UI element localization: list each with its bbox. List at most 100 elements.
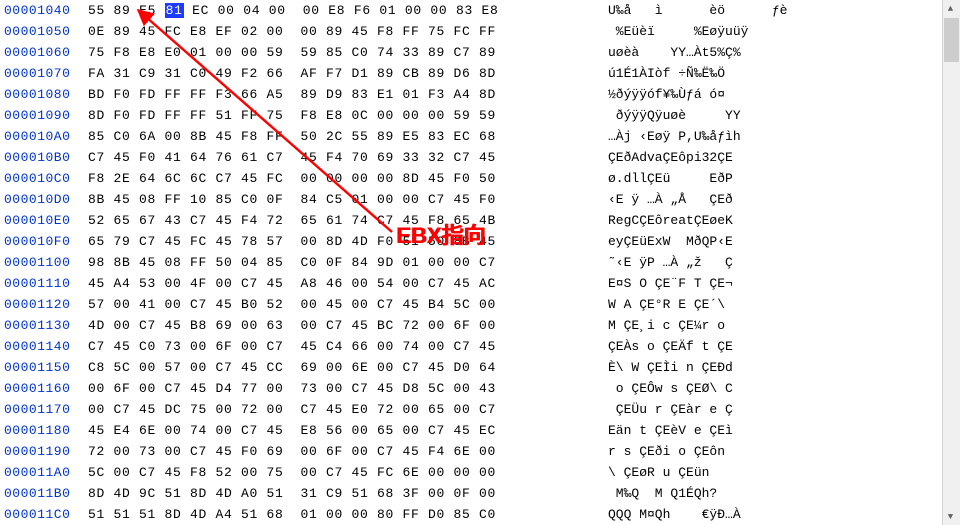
hex-row[interactable]: 000010B0C7 45 F0 41 64 76 61 C7 45 F4 70… <box>0 147 960 168</box>
ascii-cell: \ ÇEøR u ÇEün <box>608 462 868 483</box>
hex-row[interactable]: 0000118045 E4 6E 00 74 00 C7 45 E8 56 00… <box>0 420 960 441</box>
address-cell: 00001060 <box>0 42 88 63</box>
address-cell: 00001120 <box>0 294 88 315</box>
hex-row[interactable]: 00001070FA 31 C9 31 C0 49 F2 66 AF F7 D1… <box>0 63 960 84</box>
ascii-cell: Eän t ÇEèV e ÇEì <box>608 420 868 441</box>
address-cell: 000010D0 <box>0 189 88 210</box>
bytes-cell: BD F0 FD FF FF F3 66 A5 89 D9 83 E1 01 F… <box>88 84 608 105</box>
hex-row[interactable]: 0000106075 F8 E8 E0 01 00 00 59 59 85 C0… <box>0 42 960 63</box>
hex-row[interactable]: 000010C0F8 2E 64 6C 6C C7 45 FC 00 00 00… <box>0 168 960 189</box>
bytes-cell: 8D 4D 9C 51 8D 4D A0 51 31 C9 51 68 3F 0… <box>88 483 608 504</box>
ascii-cell: W A ÇE°R E ÇE´\ <box>608 294 868 315</box>
address-cell: 00001140 <box>0 336 88 357</box>
ascii-cell: ðýÿÿQÿuøè YY <box>608 105 868 126</box>
hex-rows: 0000104055 89 E5 81 EC 00 04 00 00 E8 F6… <box>0 0 960 525</box>
ascii-cell: r s ÇEði o ÇEôn <box>608 441 868 462</box>
ascii-cell: ø.dllÇEü EðP <box>608 168 868 189</box>
bytes-cell: 85 C0 6A 00 8B 45 F8 FF 50 2C 55 89 E5 8… <box>88 126 608 147</box>
hex-row[interactable]: 000010E052 65 67 43 C7 45 F4 72 65 61 74… <box>0 210 960 231</box>
ascii-cell: ÇEÜu r ÇEàr e Ç <box>608 399 868 420</box>
address-cell: 000010C0 <box>0 168 88 189</box>
address-cell: 00001170 <box>0 399 88 420</box>
bytes-cell: 5C 00 C7 45 F8 52 00 75 00 C7 45 FC 6E 0… <box>88 462 608 483</box>
hex-row[interactable]: 0000117000 C7 45 DC 75 00 72 00 C7 45 E0… <box>0 399 960 420</box>
bytes-cell: 45 E4 6E 00 74 00 C7 45 E8 56 00 65 00 C… <box>88 420 608 441</box>
hex-viewer[interactable]: 0000104055 89 E5 81 EC 00 04 00 00 E8 F6… <box>0 0 960 525</box>
address-cell: 00001050 <box>0 21 88 42</box>
bytes-cell: 55 89 E5 81 EC 00 04 00 00 E8 F6 01 00 0… <box>88 0 608 21</box>
ascii-cell: …Àj ‹Eøÿ P,U‰åƒìh <box>608 126 868 147</box>
scroll-thumb[interactable] <box>944 18 959 62</box>
address-cell: 00001130 <box>0 315 88 336</box>
hex-row[interactable]: 0000110098 8B 45 08 FF 50 04 85 C0 0F 84… <box>0 252 960 273</box>
ascii-cell: M ÇE¸i c ÇE¼r o <box>608 315 868 336</box>
hex-row[interactable]: 00001140C7 45 C0 73 00 6F 00 C7 45 C4 66… <box>0 336 960 357</box>
scroll-up-button[interactable]: ▲ <box>943 0 958 17</box>
bytes-cell: 65 79 C7 45 FC 45 78 57 00 8D 4D F0 51 5… <box>88 231 608 252</box>
ascii-cell: RegCÇEôreatÇEøeK <box>608 210 868 231</box>
address-cell: 00001180 <box>0 420 88 441</box>
address-cell: 00001100 <box>0 252 88 273</box>
address-cell: 00001110 <box>0 273 88 294</box>
hex-row[interactable]: 000010500E 89 45 FC E8 EF 02 00 00 89 45… <box>0 21 960 42</box>
hex-row[interactable]: 0000119072 00 73 00 C7 45 F0 69 00 6F 00… <box>0 441 960 462</box>
bytes-cell: 8B 45 08 FF 10 85 C0 0F 84 C5 01 00 00 C… <box>88 189 608 210</box>
address-cell: 00001070 <box>0 63 88 84</box>
ascii-cell: QQQ M¤Qh €ÿÐ…À <box>608 504 868 525</box>
address-cell: 000010E0 <box>0 210 88 231</box>
address-cell: 00001160 <box>0 378 88 399</box>
hex-row[interactable]: 000011B08D 4D 9C 51 8D 4D A0 51 31 C9 51… <box>0 483 960 504</box>
bytes-cell: 00 6F 00 C7 45 D4 77 00 73 00 C7 45 D8 5… <box>88 378 608 399</box>
selected-byte: 81 <box>165 3 184 18</box>
bytes-cell: 00 C7 45 DC 75 00 72 00 C7 45 E0 72 00 6… <box>88 399 608 420</box>
ascii-cell: U‰å ì èö ƒè <box>608 0 868 21</box>
hex-row[interactable]: 000010F065 79 C7 45 FC 45 78 57 00 8D 4D… <box>0 231 960 252</box>
hex-row[interactable]: 000011A05C 00 C7 45 F8 52 00 75 00 C7 45… <box>0 462 960 483</box>
bytes-cell: 98 8B 45 08 FF 50 04 85 C0 0F 84 9D 01 0… <box>88 252 608 273</box>
bytes-cell: 0E 89 45 FC E8 EF 02 00 00 89 45 F8 FF 7… <box>88 21 608 42</box>
bytes-cell: FA 31 C9 31 C0 49 F2 66 AF F7 D1 89 CB 8… <box>88 63 608 84</box>
hex-row[interactable]: 0000116000 6F 00 C7 45 D4 77 00 73 00 C7… <box>0 378 960 399</box>
address-cell: 000010A0 <box>0 126 88 147</box>
address-cell: 000010B0 <box>0 147 88 168</box>
bytes-cell: F8 2E 64 6C 6C C7 45 FC 00 00 00 00 8D 4… <box>88 168 608 189</box>
bytes-cell: 75 F8 E8 E0 01 00 00 59 59 85 C0 74 33 8… <box>88 42 608 63</box>
address-cell: 00001040 <box>0 0 88 21</box>
address-cell: 000011A0 <box>0 462 88 483</box>
ascii-cell: eyÇEüExW MðQP‹E <box>608 231 868 252</box>
address-cell: 00001190 <box>0 441 88 462</box>
bytes-cell: 8D F0 FD FF FF 51 FF 75 F8 E8 0C 00 00 0… <box>88 105 608 126</box>
ascii-cell: ½ðýÿÿóf¥‰Ùƒá ó¤ <box>608 84 868 105</box>
bytes-cell: 45 A4 53 00 4F 00 C7 45 A8 46 00 54 00 C… <box>88 273 608 294</box>
vertical-scrollbar[interactable]: ▲ ▼ <box>942 0 960 525</box>
hex-row[interactable]: 0000111045 A4 53 00 4F 00 C7 45 A8 46 00… <box>0 273 960 294</box>
ascii-cell: ÇEÀs o ÇEÄf t ÇE <box>608 336 868 357</box>
ascii-cell: È\ W ÇEÌi n ÇEÐd <box>608 357 868 378</box>
bytes-cell: 51 51 51 8D 4D A4 51 68 01 00 00 80 FF D… <box>88 504 608 525</box>
address-cell: 000010F0 <box>0 231 88 252</box>
bytes-cell: C8 5C 00 57 00 C7 45 CC 69 00 6E 00 C7 4… <box>88 357 608 378</box>
ascii-cell: %Eüèï %Eøÿuüÿ <box>608 21 868 42</box>
hex-row[interactable]: 000010A085 C0 6A 00 8B 45 F8 FF 50 2C 55… <box>0 126 960 147</box>
address-cell: 000011B0 <box>0 483 88 504</box>
scroll-down-button[interactable]: ▼ <box>943 508 958 525</box>
address-cell: 000011C0 <box>0 504 88 525</box>
ascii-cell: ‹E ÿ …À „Å ÇEð <box>608 189 868 210</box>
ascii-cell: ˜‹E ÿP …À „ž Ç <box>608 252 868 273</box>
ascii-cell: M‰Q M Q1ÉQh? <box>608 483 868 504</box>
bytes-cell: C7 45 C0 73 00 6F 00 C7 45 C4 66 00 74 0… <box>88 336 608 357</box>
hex-row[interactable]: 000011304D 00 C7 45 B8 69 00 63 00 C7 45… <box>0 315 960 336</box>
hex-row[interactable]: 0000112057 00 41 00 C7 45 B0 52 00 45 00… <box>0 294 960 315</box>
hex-row[interactable]: 000010D08B 45 08 FF 10 85 C0 0F 84 C5 01… <box>0 189 960 210</box>
ascii-cell: E¤S O ÇE¨F T ÇE¬ <box>608 273 868 294</box>
bytes-cell: 72 00 73 00 C7 45 F0 69 00 6F 00 C7 45 F… <box>88 441 608 462</box>
bytes-cell: C7 45 F0 41 64 76 61 C7 45 F4 70 69 33 3… <box>88 147 608 168</box>
hex-row[interactable]: 0000104055 89 E5 81 EC 00 04 00 00 E8 F6… <box>0 0 960 21</box>
hex-row[interactable]: 00001150C8 5C 00 57 00 C7 45 CC 69 00 6E… <box>0 357 960 378</box>
hex-row[interactable]: 000010908D F0 FD FF FF 51 FF 75 F8 E8 0C… <box>0 105 960 126</box>
ascii-cell: uøèà YY…Àt5%Ç% <box>608 42 868 63</box>
bytes-cell: 57 00 41 00 C7 45 B0 52 00 45 00 C7 45 B… <box>88 294 608 315</box>
address-cell: 00001090 <box>0 105 88 126</box>
hex-row[interactable]: 00001080BD F0 FD FF FF F3 66 A5 89 D9 83… <box>0 84 960 105</box>
hex-row[interactable]: 000011C051 51 51 8D 4D A4 51 68 01 00 00… <box>0 504 960 525</box>
